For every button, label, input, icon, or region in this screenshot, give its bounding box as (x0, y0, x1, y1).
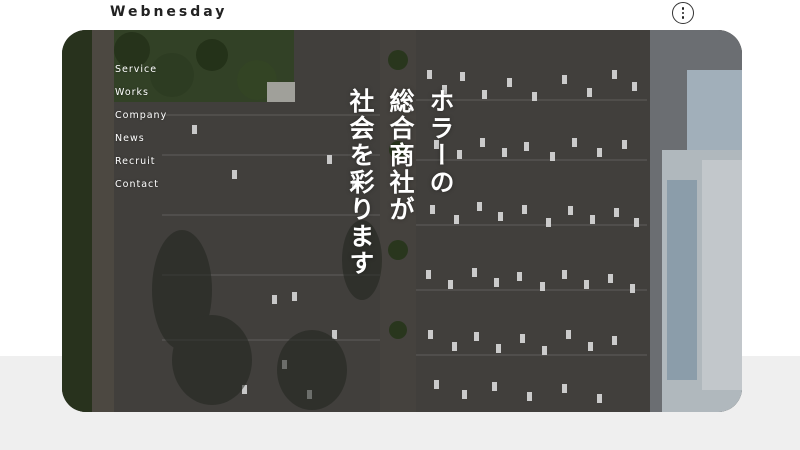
nav-item-recruit[interactable]: Recruit (115, 154, 167, 170)
nav-item-company[interactable]: Company (115, 108, 167, 124)
more-vertical-icon (681, 7, 685, 10)
site-logo[interactable]: Webnesday (110, 4, 227, 20)
nav-item-works[interactable]: Works (115, 85, 167, 101)
more-vertical-icon-dot (681, 16, 685, 19)
nav-item-news[interactable]: News (115, 131, 167, 147)
hero-tagline-line-3: 社会を彩ります (346, 88, 375, 277)
more-vertical-icon-dot (681, 11, 685, 15)
page: Webnesday Service Works Company News Rec… (0, 0, 800, 450)
hero-tagline-line-1: ホラーの (426, 88, 455, 196)
nav-item-service[interactable]: Service (115, 62, 167, 78)
main-nav: Service Works Company News Recruit Conta… (115, 62, 167, 193)
menu-button[interactable] (672, 2, 694, 24)
hero-tagline-line-2: 総合商社が (386, 88, 415, 223)
nav-item-contact[interactable]: Contact (115, 177, 167, 193)
